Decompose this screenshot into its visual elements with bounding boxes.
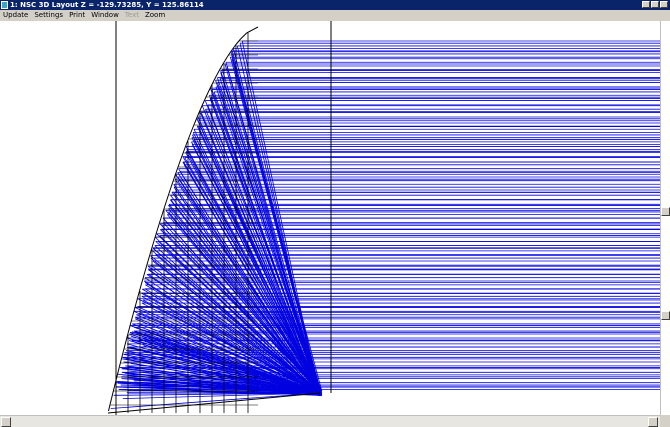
scroll-left-icon[interactable] (1, 417, 11, 427)
mirror-outline (110, 392, 114, 400)
app-icon[interactable] (1, 1, 8, 9)
mirror-outline (164, 200, 167, 208)
mirror-outline (145, 260, 149, 268)
maximize-icon[interactable] (651, 1, 659, 8)
mirror-outline (194, 116, 198, 124)
mirror-outline (121, 350, 124, 358)
mirror-outline (246, 26, 259, 34)
mirror-outline (149, 248, 153, 256)
mirror-outline (119, 356, 123, 364)
vertical-scroll-marker-lower[interactable] (661, 311, 670, 320)
mirror-outline (138, 284, 142, 292)
mirror-outline (127, 326, 131, 334)
mirror-outline (219, 62, 224, 70)
mirror-outline (191, 122, 196, 130)
mirror-outline (189, 128, 193, 136)
vertical-scroll-marker[interactable] (661, 207, 670, 216)
nsc-3d-layout-plot (107, 21, 660, 415)
mirror-outline (176, 164, 180, 172)
mirror-outline (140, 278, 144, 286)
mirror-outline (156, 224, 160, 232)
mirror-outline (204, 92, 209, 100)
vertical-scrollbar[interactable] (660, 21, 670, 415)
mirror-outline (137, 290, 140, 298)
mirror-outline (124, 338, 128, 346)
mirror-outline (171, 176, 175, 184)
menu-text: Text (124, 11, 139, 19)
mirror-outline (216, 68, 221, 76)
scrollbar-corner (660, 415, 670, 427)
mirror-outline (152, 236, 156, 244)
mirror-outline (199, 104, 203, 112)
mirror-outline (230, 44, 236, 52)
ray-trace-group (110, 40, 660, 409)
mirror-outline (122, 344, 126, 352)
mirror-outline (178, 158, 182, 166)
mirror-outline (169, 182, 173, 190)
menu-window[interactable]: Window (88, 10, 122, 21)
mirror-outline (112, 386, 115, 394)
layout-canvas[interactable] (0, 21, 660, 415)
mirror-outline (167, 188, 171, 196)
menu-bar: Update Settings Print Window Text Zoom (0, 10, 670, 21)
mirror-outline (107, 404, 111, 412)
mirror-outline (226, 50, 232, 58)
mirror-outline (235, 38, 241, 46)
mirror-outline (201, 98, 206, 106)
mirror-outline (207, 86, 212, 94)
mirror-outline (160, 212, 164, 220)
window-title: 1: NSC 3D Layout Z = -129.73285, Y = 125… (10, 1, 204, 9)
scroll-right-icon[interactable] (648, 417, 658, 427)
vertical-scroll-thumb[interactable] (661, 21, 670, 415)
mirror-outline (182, 146, 186, 154)
title-bar[interactable]: 1: NSC 3D Layout Z = -129.73285, Y = 125… (0, 0, 670, 10)
mirror-outline (147, 254, 151, 262)
menu-zoom[interactable]: Zoom (142, 10, 168, 21)
mirror-outline (180, 152, 184, 160)
mirror-outline (142, 272, 146, 280)
mirror-outline (135, 296, 139, 304)
window-controls (642, 1, 668, 8)
horizontal-scrollbar[interactable] (0, 415, 660, 427)
mirror-outline (130, 314, 134, 322)
mirror-outline (196, 110, 201, 118)
menu-settings[interactable]: Settings (31, 10, 66, 21)
menu-print[interactable]: Print (66, 10, 88, 21)
menu-update[interactable]: Update (0, 10, 31, 21)
mirror-outline (165, 194, 169, 202)
mirror-outline (144, 266, 147, 274)
minimize-icon[interactable] (642, 1, 650, 8)
mirror-outline (240, 32, 248, 40)
mirror-outline (187, 134, 191, 142)
mirror-outline (132, 308, 136, 316)
close-icon[interactable] (660, 1, 668, 8)
mirror-outline (109, 398, 112, 406)
mirror-outline (118, 362, 121, 370)
